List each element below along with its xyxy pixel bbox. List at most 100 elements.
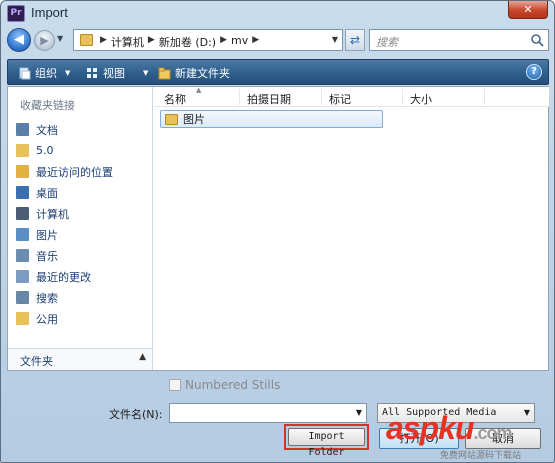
navigation-pane: 收藏夹链接 文档 5.0 最近访问的位置 桌面计算机图片音乐最近的更改搜索公用 文件夹… xyxy=(8,87,153,370)
sort-ascending-icon: ▲ xyxy=(196,86,202,94)
new-folder-label: 新建文件夹 xyxy=(175,67,230,80)
breadcrumb-drive-d[interactable]: 新加卷 (D:) xyxy=(159,34,216,50)
new-folder-icon xyxy=(158,67,171,79)
address-history-dropdown[interactable]: ▼ xyxy=(332,35,338,44)
window-title: Import xyxy=(31,5,68,20)
back-button[interactable]: ◀ xyxy=(7,28,31,52)
sidebar-item-label: 最近访问的位置 xyxy=(36,165,113,179)
column-divider[interactable] xyxy=(321,89,322,105)
search-input[interactable]: 搜索 xyxy=(369,29,549,51)
sidebar-item-label: 最近的更改 xyxy=(36,270,91,284)
sidebar-item-label: 文档 xyxy=(36,123,58,137)
sidebar-item[interactable]: 5.0 xyxy=(16,140,150,161)
numbered-stills-checkbox[interactable] xyxy=(169,379,181,391)
import-folder-button[interactable]: Import Folder xyxy=(284,424,369,458)
sidebar-item[interactable]: 音乐 xyxy=(16,245,150,266)
sidebar-item[interactable]: 搜索 xyxy=(16,287,150,308)
arrow-left-icon: ◀ xyxy=(14,32,24,47)
public-folder-icon xyxy=(16,312,29,325)
sidebar-item-label: 计算机 xyxy=(36,207,69,221)
browser-content: 收藏夹链接 文档 5.0 最近访问的位置 桌面 计算机 图片 音乐 最近的更改 搜索 公用 文件夹… xyxy=(7,86,549,371)
sidebar-item-label: 音乐 xyxy=(36,249,58,263)
navigation-row: ◀ ▶ ▼ ▶ 计算机 ▶ 新加卷 (D:) ▶ mv ▶ ▼ ⇄ 搜索 xyxy=(7,28,549,52)
chevron-down-icon: ▼ xyxy=(65,69,71,77)
column-divider[interactable] xyxy=(484,89,485,105)
file-type-value: All Supported Media xyxy=(382,407,497,418)
column-headers: ▲ 名称 拍摄日期 标记 大小 xyxy=(154,86,549,107)
close-button[interactable]: ✕ xyxy=(508,1,548,19)
column-name[interactable]: 名称 xyxy=(164,91,186,107)
favorite-links-list: 文档 5.0 最近访问的位置 桌面计算机图片音乐最近的更改搜索公用 xyxy=(16,119,150,329)
search-folder-icon xyxy=(16,291,29,304)
chevron-right-icon: ▶ xyxy=(220,35,228,45)
search-placeholder: 搜索 xyxy=(376,36,398,49)
new-folder-button[interactable]: 新建文件夹 xyxy=(158,65,230,81)
file-list-pane: ▲ 名称 拍摄日期 标记 大小 图片 xyxy=(154,86,549,370)
forward-button[interactable]: ▶ xyxy=(34,30,55,51)
file-name: 图片 xyxy=(183,113,205,126)
chevron-up-icon: ▲ xyxy=(139,352,146,362)
breadcrumb-computer[interactable]: 计算机 xyxy=(111,34,144,50)
organize-icon xyxy=(19,67,31,79)
column-size[interactable]: 大小 xyxy=(410,91,432,107)
recent-pages-dropdown[interactable]: ▼ xyxy=(57,34,63,43)
folder-icon xyxy=(165,113,178,125)
chevron-down-icon: ▼ xyxy=(523,408,530,417)
sidebar-item[interactable]: 图片 xyxy=(16,224,150,245)
column-date-taken[interactable]: 拍摄日期 xyxy=(247,91,291,107)
folders-label: 文件夹 xyxy=(20,355,53,368)
sidebar-item[interactable]: 公用 xyxy=(16,308,150,329)
favorite-links-header: 收藏夹链接 xyxy=(20,99,75,112)
chevron-right-icon: ▶ xyxy=(100,35,107,45)
pictures-icon xyxy=(16,228,29,241)
sidebar-item-label: 桌面 xyxy=(36,186,58,200)
dialog-footer: Numbered Stills 文件名(N): ▼ All Supported … xyxy=(1,371,554,463)
breadcrumb: ▶ 计算机 ▶ 新加卷 (D:) ▶ mv ▶ xyxy=(100,34,259,50)
refresh-icon: ⇄ xyxy=(349,33,361,47)
sidebar-item[interactable]: 文档 xyxy=(16,119,150,140)
organize-label: 组织 xyxy=(35,67,57,80)
chevron-down-icon: ▼ xyxy=(143,69,149,77)
numbered-stills-label: Numbered Stills xyxy=(185,378,281,392)
views-label: 视图 xyxy=(103,67,125,80)
chevron-down-icon[interactable]: ▼ xyxy=(356,408,362,417)
filename-label: 文件名(N): xyxy=(109,408,163,421)
organize-menu[interactable]: 组织 ▼ xyxy=(18,65,70,81)
import-dialog: Pr Import ✕ ◀ ▶ ▼ ▶ 计算机 ▶ 新加卷 (D:) ▶ mv … xyxy=(0,0,555,463)
music-icon xyxy=(16,249,29,262)
cancel-button[interactable]: 取消 xyxy=(465,428,541,449)
help-icon[interactable]: ? xyxy=(526,64,542,80)
open-button[interactable]: 打开(O) xyxy=(379,428,459,449)
breadcrumb-mv[interactable]: mv xyxy=(231,34,248,50)
file-list-item[interactable]: 图片 xyxy=(160,110,383,128)
premiere-app-icon: Pr xyxy=(7,5,25,22)
chevron-right-icon: ▶ xyxy=(252,35,260,45)
sidebar-item-label: 公用 xyxy=(36,312,58,326)
command-toolbar: 组织 ▼ 视图 ▼ 新建文件夹 ? xyxy=(7,59,549,85)
folder-icon xyxy=(16,144,29,157)
folder-icon xyxy=(80,34,93,46)
arrow-right-icon: ▶ xyxy=(40,34,49,47)
sidebar-item[interactable]: 桌面 xyxy=(16,182,150,203)
column-tags[interactable]: 标记 xyxy=(329,91,351,107)
recent-changes-icon xyxy=(16,270,29,283)
folders-toggle[interactable]: 文件夹 ▲ xyxy=(8,348,152,370)
chevron-right-icon: ▶ xyxy=(147,35,155,45)
sidebar-item[interactable]: 最近的更改 xyxy=(16,266,150,287)
address-bar[interactable]: ▶ 计算机 ▶ 新加卷 (D:) ▶ mv ▶ ▼ xyxy=(73,29,343,51)
computer-icon xyxy=(16,207,29,220)
recent-places-icon xyxy=(16,165,29,178)
refresh-button[interactable]: ⇄ xyxy=(345,29,365,51)
column-divider[interactable] xyxy=(239,89,240,105)
filename-field[interactable]: ▼ xyxy=(169,403,367,423)
file-type-select[interactable]: All Supported Media ▼ xyxy=(377,403,535,423)
watermark-tagline: 免费网站源码下载站 xyxy=(440,451,522,461)
column-divider[interactable] xyxy=(402,89,403,105)
sidebar-item[interactable]: 计算机 xyxy=(16,203,150,224)
numbered-stills-option[interactable]: Numbered Stills xyxy=(169,378,280,392)
views-menu[interactable]: 视图 ▼ xyxy=(86,65,148,81)
search-icon[interactable] xyxy=(530,33,544,47)
title-bar: Pr Import ✕ xyxy=(1,1,554,26)
sidebar-item[interactable]: 最近访问的位置 xyxy=(16,161,150,182)
views-icon xyxy=(87,67,97,78)
